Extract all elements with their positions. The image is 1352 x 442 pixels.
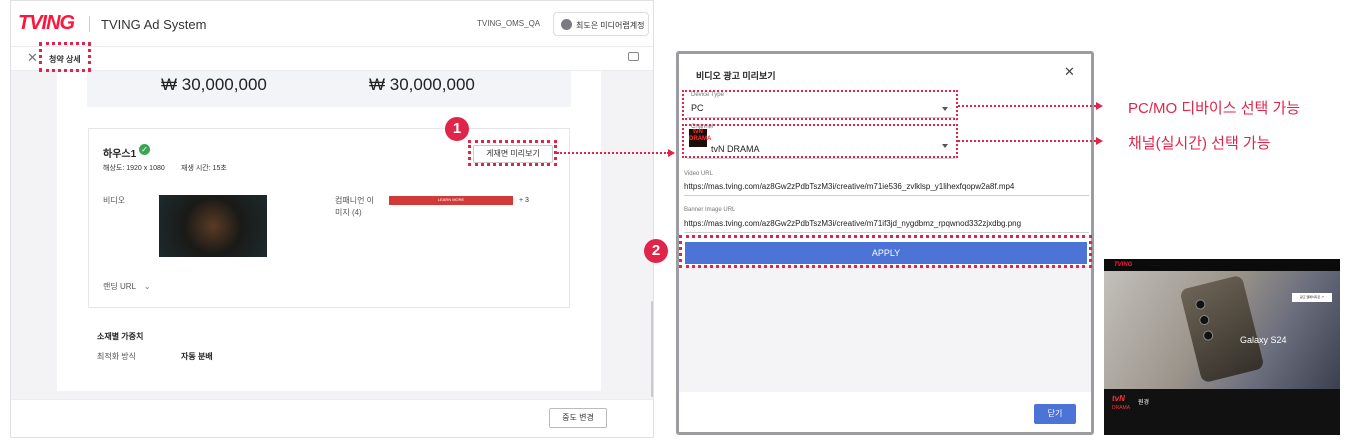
- video-url-field[interactable]: https://mas.tving.com/az8Gw2zPdbTszM3i/c…: [684, 182, 1014, 191]
- detail-content: ₩ 30,000,000 ₩ 30,000,000 하우스1 ✓ 해상도: 19…: [57, 71, 601, 391]
- preview-area: [679, 266, 1091, 392]
- arrow-head: [668, 149, 675, 157]
- arrow-head: [1096, 137, 1103, 145]
- camera-lens: [1198, 313, 1211, 327]
- system-name: TVING Ad System: [101, 17, 207, 32]
- companion-banner-thumbnail[interactable]: LEARN MORE: [389, 196, 513, 205]
- field-underline: [687, 158, 955, 159]
- weight-section-title: 소재별 가중치: [97, 332, 144, 341]
- channel-logo-line2: DRAMA: [1112, 405, 1131, 411]
- step-badge-1: 1: [445, 117, 469, 141]
- field-underline: [684, 232, 1089, 233]
- banner-text: LEARN MORE: [437, 197, 465, 202]
- price-value: ₩ 30,000,000: [161, 75, 267, 94]
- change-button[interactable]: 중도 변경: [549, 408, 607, 428]
- ad-system-window: TVING TVING Ad System TVING_OMS_QA 최도은 미…: [10, 0, 654, 438]
- camera-lens: [1202, 329, 1215, 342]
- breadcrumb-highlight: [39, 42, 91, 72]
- program-title: 원경: [1138, 400, 1150, 406]
- video-url-label: Video URL: [684, 171, 713, 177]
- chat-icon[interactable]: [628, 52, 639, 61]
- chevron-down-icon: ⌄: [143, 282, 151, 291]
- arrow-line: [557, 152, 669, 154]
- phone-image: [1179, 274, 1265, 384]
- product-text: Galaxy S24: [1240, 335, 1287, 345]
- companion-label: 컴패니언 이미지 (4): [335, 196, 375, 217]
- camera-lens: [1194, 298, 1207, 311]
- step-badge-2: 2: [644, 239, 668, 263]
- user-icon: [561, 19, 572, 30]
- price-value: ₩ 30,000,000: [369, 75, 475, 94]
- video-thumbnail[interactable]: [159, 195, 267, 257]
- optimization-label: 최적화 방식: [97, 352, 137, 361]
- close-icon[interactable]: ✕: [27, 50, 38, 66]
- check-icon: ✓: [139, 144, 150, 155]
- top-bar: TVING TVING Ad System TVING_OMS_QA 최도은 미…: [11, 1, 653, 47]
- apply-highlight: [679, 235, 1092, 268]
- companion-more-count[interactable]: + 3: [519, 197, 529, 204]
- sub-bar: ✕ 청약 상세: [11, 47, 653, 71]
- optimization-value: 자동 분배: [181, 352, 213, 361]
- arrow-line: [958, 105, 1096, 107]
- preview-top-bar: TVING · · · · · · ·: [1104, 259, 1340, 271]
- channel-highlight: [682, 124, 958, 158]
- bottom-bar: 중도 변경: [11, 399, 653, 437]
- arrow-head: [1096, 102, 1103, 110]
- preview-button-highlight: [468, 140, 557, 166]
- scrollbar[interactable]: [651, 301, 653, 397]
- tving-logo[interactable]: TVING: [18, 12, 75, 35]
- landing-url-toggle[interactable]: 랜딩 URL ⌄: [103, 281, 151, 292]
- account-label: 최도은 미디어랩계정: [576, 21, 645, 30]
- close-button[interactable]: 닫기: [1034, 404, 1076, 424]
- modal-title: 비디오 광고 미리보기: [696, 71, 776, 81]
- video-label: 비디오: [103, 196, 126, 205]
- device-highlight: [682, 90, 958, 120]
- preview-logo: TVING: [1114, 262, 1133, 268]
- resolution-text: 해상도: 1920 x 1080: [103, 165, 165, 172]
- price-summary: ₩ 30,000,000 ₩ 30,000,000: [87, 71, 571, 107]
- user-id: TVING_OMS_QA: [477, 19, 541, 28]
- close-icon[interactable]: ✕: [1064, 64, 1075, 80]
- channel-logo-line1: tvN: [1112, 394, 1125, 403]
- duration-text: 재생 시간: 15초: [181, 165, 227, 172]
- ad-video-frame: Galaxy S24 광고 웹페이지로 ↗: [1104, 271, 1340, 389]
- divider: [89, 16, 90, 32]
- arrow-line: [958, 140, 1096, 142]
- field-underline: [684, 195, 1089, 196]
- channel-annotation: 채널(실시간) 선택 가능: [1128, 135, 1271, 152]
- player-preview: TVING · · · · · · · Galaxy S24 광고 웹페이지로 …: [1104, 259, 1340, 435]
- banner-url-field[interactable]: https://mas.tving.com/az8Gw2zPdbTszM3i/c…: [684, 219, 1021, 228]
- account-button[interactable]: 최도은 미디어랩계정: [553, 12, 649, 36]
- landing-url-label: 랜딩 URL: [103, 282, 136, 291]
- ad-landing-button[interactable]: 광고 웹페이지로 ↗: [1292, 293, 1332, 302]
- device-annotation: PC/MO 디바이스 선택 가능: [1128, 100, 1301, 117]
- preview-menu: · · · · · · ·: [1148, 263, 1160, 267]
- banner-url-label: Banner Image URL: [684, 207, 736, 213]
- creative-name: 하우스1: [103, 149, 137, 160]
